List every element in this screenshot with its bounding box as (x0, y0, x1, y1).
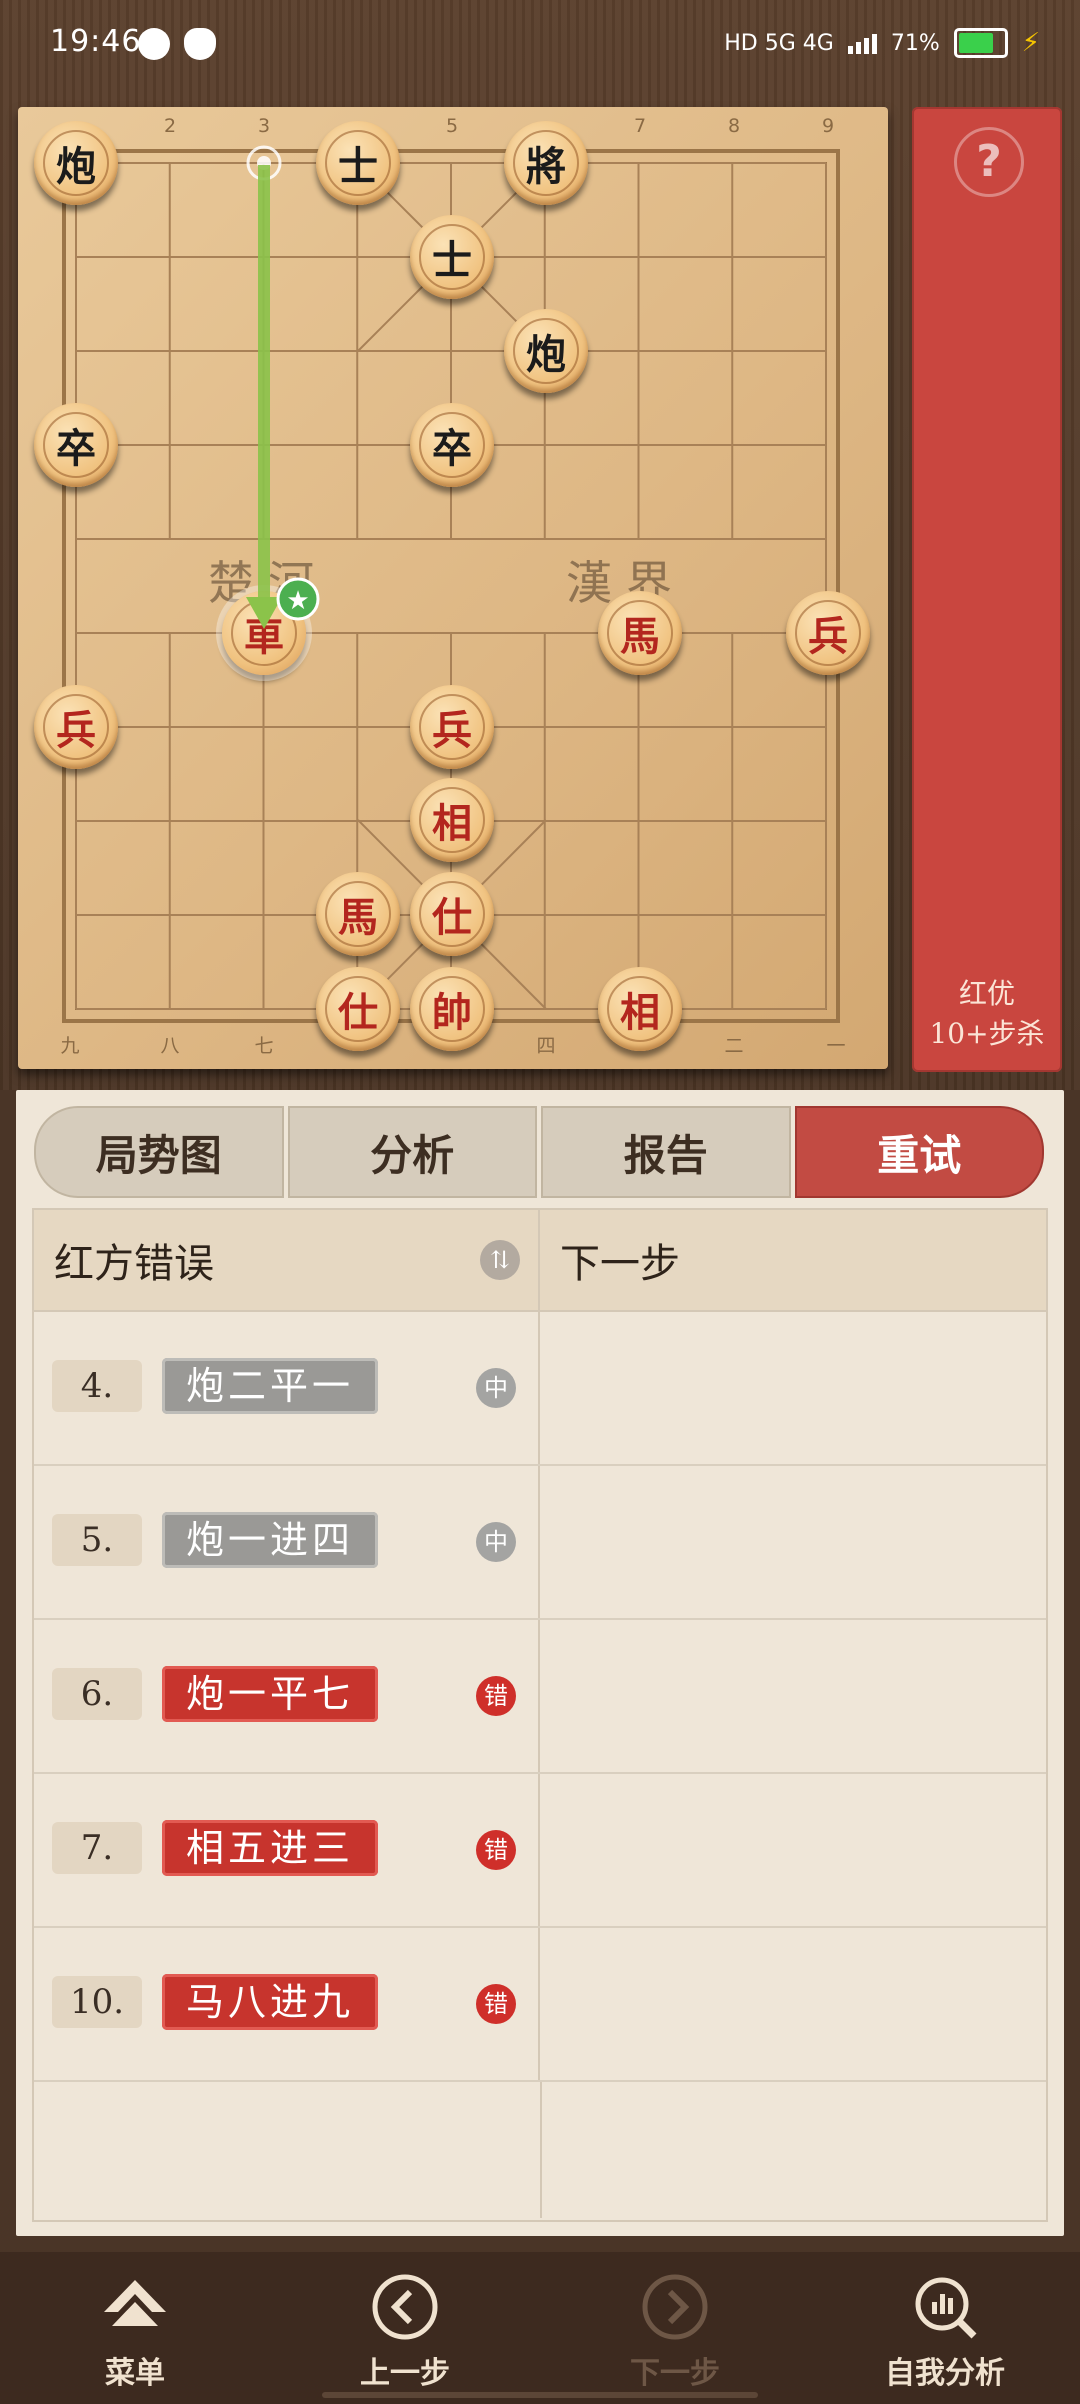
red-advisor[interactable]: 仕 (410, 872, 494, 956)
red-soldier[interactable]: 兵 (410, 685, 494, 769)
network-indicator: HD 5G 4G (724, 30, 834, 56)
severity-badge: 中 (476, 1522, 516, 1562)
chevron-left-icon (372, 2274, 438, 2340)
red-elephant[interactable]: 相 (598, 967, 682, 1051)
advantage-panel: ? 红优 10+步杀 (912, 107, 1062, 1072)
red-horse[interactable]: 馬 (598, 591, 682, 675)
black-general[interactable]: 將 (504, 121, 588, 205)
next-move-cell (540, 1466, 1046, 1618)
self-analysis-button[interactable]: 自我分析 (810, 2252, 1080, 2404)
next-step-button[interactable]: 下一步 (540, 2252, 810, 2404)
red-advisor[interactable]: 仕 (316, 967, 400, 1051)
black-cannon[interactable]: 炮 (34, 121, 118, 205)
menu-button[interactable]: 菜单 (0, 2252, 270, 2404)
table-row[interactable]: 6. 炮一平七 错 (34, 1620, 1046, 1774)
move-notation[interactable]: 马八进九 (162, 1974, 378, 2030)
bottom-navigation: 菜单 上一步 下一步 自我分析 (0, 2252, 1080, 2404)
analysis-panel: 局势图 分析 报告 重试 红方错误 ⇅ 下一步 4. 炮二平一 中 5. 炮一进… (16, 1090, 1064, 2236)
browser-icon (138, 28, 170, 60)
red-chariot-highlighted[interactable]: 車 (222, 591, 306, 675)
next-move-cell (540, 1620, 1046, 1772)
black-soldier[interactable]: 卒 (34, 403, 118, 487)
magnifier-chart-icon (915, 2277, 977, 2339)
severity-badge: 错 (476, 1984, 516, 2024)
severity-badge: 错 (476, 1676, 516, 1716)
table-row[interactable]: 4. 炮二平一 中 (34, 1312, 1046, 1466)
table-header: 红方错误 ⇅ 下一步 (34, 1210, 1046, 1312)
qq-icon (184, 28, 216, 60)
tab-retry[interactable]: 重试 (794, 1106, 1044, 1198)
file-label: 8 (727, 115, 741, 137)
next-step-label: 下一步 (630, 2356, 720, 2391)
file-label: 二 (724, 1035, 744, 1057)
mistakes-table: 红方错误 ⇅ 下一步 4. 炮二平一 中 5. 炮一进四 中 6. 炮一平七 错… (32, 1208, 1048, 2222)
header-red-mistakes: 红方错误 ⇅ (34, 1210, 540, 1310)
file-label: 九 (60, 1035, 80, 1057)
menu-icon (104, 2280, 166, 2326)
file-label: 2 (163, 115, 177, 137)
file-label: 7 (633, 115, 647, 137)
red-general[interactable]: 帥 (410, 967, 494, 1051)
previous-step-label: 上一步 (360, 2356, 450, 2391)
charging-icon: ⚡ (1021, 28, 1040, 58)
file-label: 七 (254, 1035, 274, 1057)
table-row[interactable]: 5. 炮一进四 中 (34, 1466, 1046, 1620)
header-red-mistakes-label: 红方错误 (54, 1241, 214, 1287)
previous-step-button[interactable]: 上一步 (270, 2252, 540, 2404)
move-number: 4. (52, 1360, 142, 1412)
advantage-evaluation: 红优 10+步杀 (912, 974, 1062, 1054)
status-time: 19:46 (50, 24, 142, 59)
red-horse[interactable]: 馬 (316, 872, 400, 956)
self-analysis-label: 自我分析 (885, 2356, 1005, 2391)
next-move-cell (540, 1312, 1046, 1464)
tab-situation-chart[interactable]: 局势图 (34, 1106, 284, 1198)
menu-label: 菜单 (105, 2356, 165, 2391)
file-label: 5 (445, 115, 459, 137)
sort-icon[interactable]: ⇅ (480, 1240, 520, 1280)
next-move-cell (540, 1928, 1046, 2080)
next-move-cell (540, 1774, 1046, 1926)
table-row[interactable]: 10. 马八进九 错 (34, 1928, 1046, 2082)
severity-badge: 中 (476, 1368, 516, 1408)
help-icon[interactable]: ? (954, 127, 1024, 197)
advantage-side: 红优 (958, 977, 1015, 1010)
header-next-move: 下一步 (560, 1241, 680, 1287)
battery-percent: 71% (890, 30, 940, 56)
move-notation[interactable]: 炮二平一 (162, 1358, 378, 1414)
empty-row (34, 2082, 1046, 2218)
move-notation[interactable]: 相五进三 (162, 1820, 378, 1876)
move-number: 6. (52, 1668, 142, 1720)
file-label: 9 (821, 115, 835, 137)
signal-icon (847, 32, 877, 54)
severity-badge: 错 (476, 1830, 516, 1870)
black-soldier[interactable]: 卒 (410, 403, 494, 487)
black-cannon[interactable]: 炮 (504, 309, 588, 393)
file-label: 八 (160, 1035, 180, 1057)
tab-bar: 局势图 分析 报告 重试 (34, 1106, 1044, 1198)
file-label: 一 (826, 1035, 846, 1057)
tab-analysis[interactable]: 分析 (287, 1106, 537, 1198)
file-label: 四 (536, 1035, 556, 1057)
move-number: 10. (52, 1976, 142, 2028)
advantage-steps: 10+步杀 (929, 1017, 1045, 1050)
home-indicator[interactable] (322, 2392, 758, 2398)
move-notation[interactable]: 炮一进四 (162, 1512, 378, 1568)
file-label: 3 (257, 115, 271, 137)
chess-board[interactable]: 楚河 漢界 2 3 5 7 8 9 九 八 七 四 二 一 炮 士 將 士 炮 … (18, 107, 888, 1069)
chevron-right-icon (642, 2274, 708, 2340)
move-number: 5. (52, 1514, 142, 1566)
status-bar: 19:46 HD 5G 4G 71% ⚡ (0, 0, 1080, 95)
red-elephant[interactable]: 相 (410, 778, 494, 862)
red-soldier[interactable]: 兵 (34, 685, 118, 769)
red-soldier[interactable]: 兵 (786, 591, 870, 675)
battery-icon (953, 28, 1008, 58)
black-advisor[interactable]: 士 (410, 215, 494, 299)
move-notation[interactable]: 炮一平七 (162, 1666, 378, 1722)
black-advisor[interactable]: 士 (316, 121, 400, 205)
move-number: 7. (52, 1822, 142, 1874)
table-row[interactable]: 7. 相五进三 错 (34, 1774, 1046, 1928)
tab-report[interactable]: 报告 (541, 1106, 791, 1198)
